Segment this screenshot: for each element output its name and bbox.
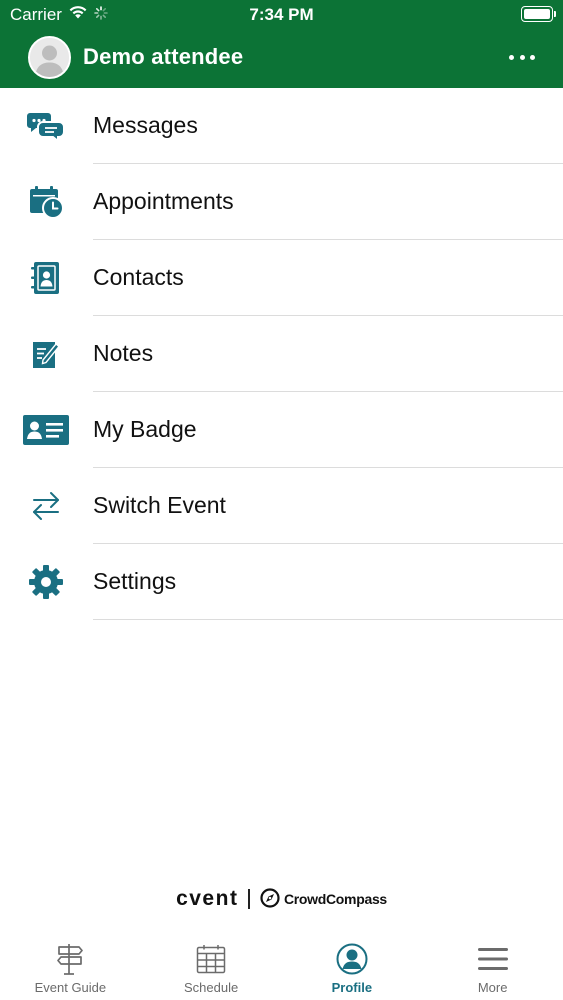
tab-schedule[interactable]: Schedule xyxy=(141,934,282,1000)
menu-item-notes[interactable]: Notes xyxy=(0,316,563,392)
compass-icon xyxy=(260,887,280,911)
tab-event-guide[interactable]: Event Guide xyxy=(0,934,141,1000)
address-book-icon xyxy=(22,256,70,300)
tab-label: Schedule xyxy=(184,980,239,995)
menu-item-label: My Badge xyxy=(93,416,197,442)
status-bar: Carrier 7:34 PM xyxy=(0,0,563,30)
menu-item-switch-event[interactable]: Switch Event xyxy=(0,468,563,544)
more-horizontal-icon[interactable] xyxy=(509,52,535,62)
brand-divider xyxy=(248,889,250,909)
menu-item-appointments[interactable]: Appointments xyxy=(0,164,563,240)
tab-profile[interactable]: Profile xyxy=(282,934,423,1000)
branding-footer: cvent CrowdCompass xyxy=(0,882,563,916)
tab-more[interactable]: More xyxy=(422,934,563,1000)
profile-bar: Demo attendee xyxy=(0,34,563,82)
signpost-icon xyxy=(53,942,87,976)
badge-icon xyxy=(22,408,70,452)
crowdcompass-logo: CrowdCompass xyxy=(260,887,387,911)
tab-label: Event Guide xyxy=(34,980,107,995)
avatar-placeholder-icon[interactable] xyxy=(28,36,71,79)
profile-menu: Messages Appointments Contacts Notes My … xyxy=(0,88,563,620)
menu-item-label: Settings xyxy=(93,568,177,594)
divider xyxy=(93,619,563,620)
menu-item-label: Appointments xyxy=(93,188,234,214)
menu-item-label: Messages xyxy=(93,112,198,138)
app-header: Carrier 7:34 PM Demo attendee xyxy=(0,0,563,88)
switch-arrows-icon xyxy=(22,484,70,528)
gear-icon xyxy=(22,560,70,604)
menu-item-label: Switch Event xyxy=(93,492,226,518)
menu-item-label: Notes xyxy=(93,340,154,366)
menu-item-label: Contacts xyxy=(93,264,184,290)
clock: 7:34 PM xyxy=(249,5,314,24)
messages-icon xyxy=(22,104,70,148)
menu-item-settings[interactable]: Settings xyxy=(0,544,563,620)
tab-label: Profile xyxy=(331,980,373,995)
calendar-clock-icon xyxy=(22,180,70,224)
tab-label: More xyxy=(477,980,508,995)
calendar-grid-icon xyxy=(194,942,228,976)
hamburger-menu-icon xyxy=(476,942,510,976)
notes-icon xyxy=(22,332,70,376)
menu-item-messages[interactable]: Messages xyxy=(0,88,563,164)
crowdcompass-wordmark: CrowdCompass xyxy=(283,891,387,907)
cvent-logo: cvent xyxy=(176,887,239,910)
menu-item-my-badge[interactable]: My Badge xyxy=(0,392,563,468)
profile-icon xyxy=(335,942,369,976)
menu-item-contacts[interactable]: Contacts xyxy=(0,240,563,316)
tab-bar: Event Guide Schedule Profile More xyxy=(0,934,563,1000)
user-name: Demo attendee xyxy=(83,44,244,69)
battery-icon xyxy=(521,6,556,22)
